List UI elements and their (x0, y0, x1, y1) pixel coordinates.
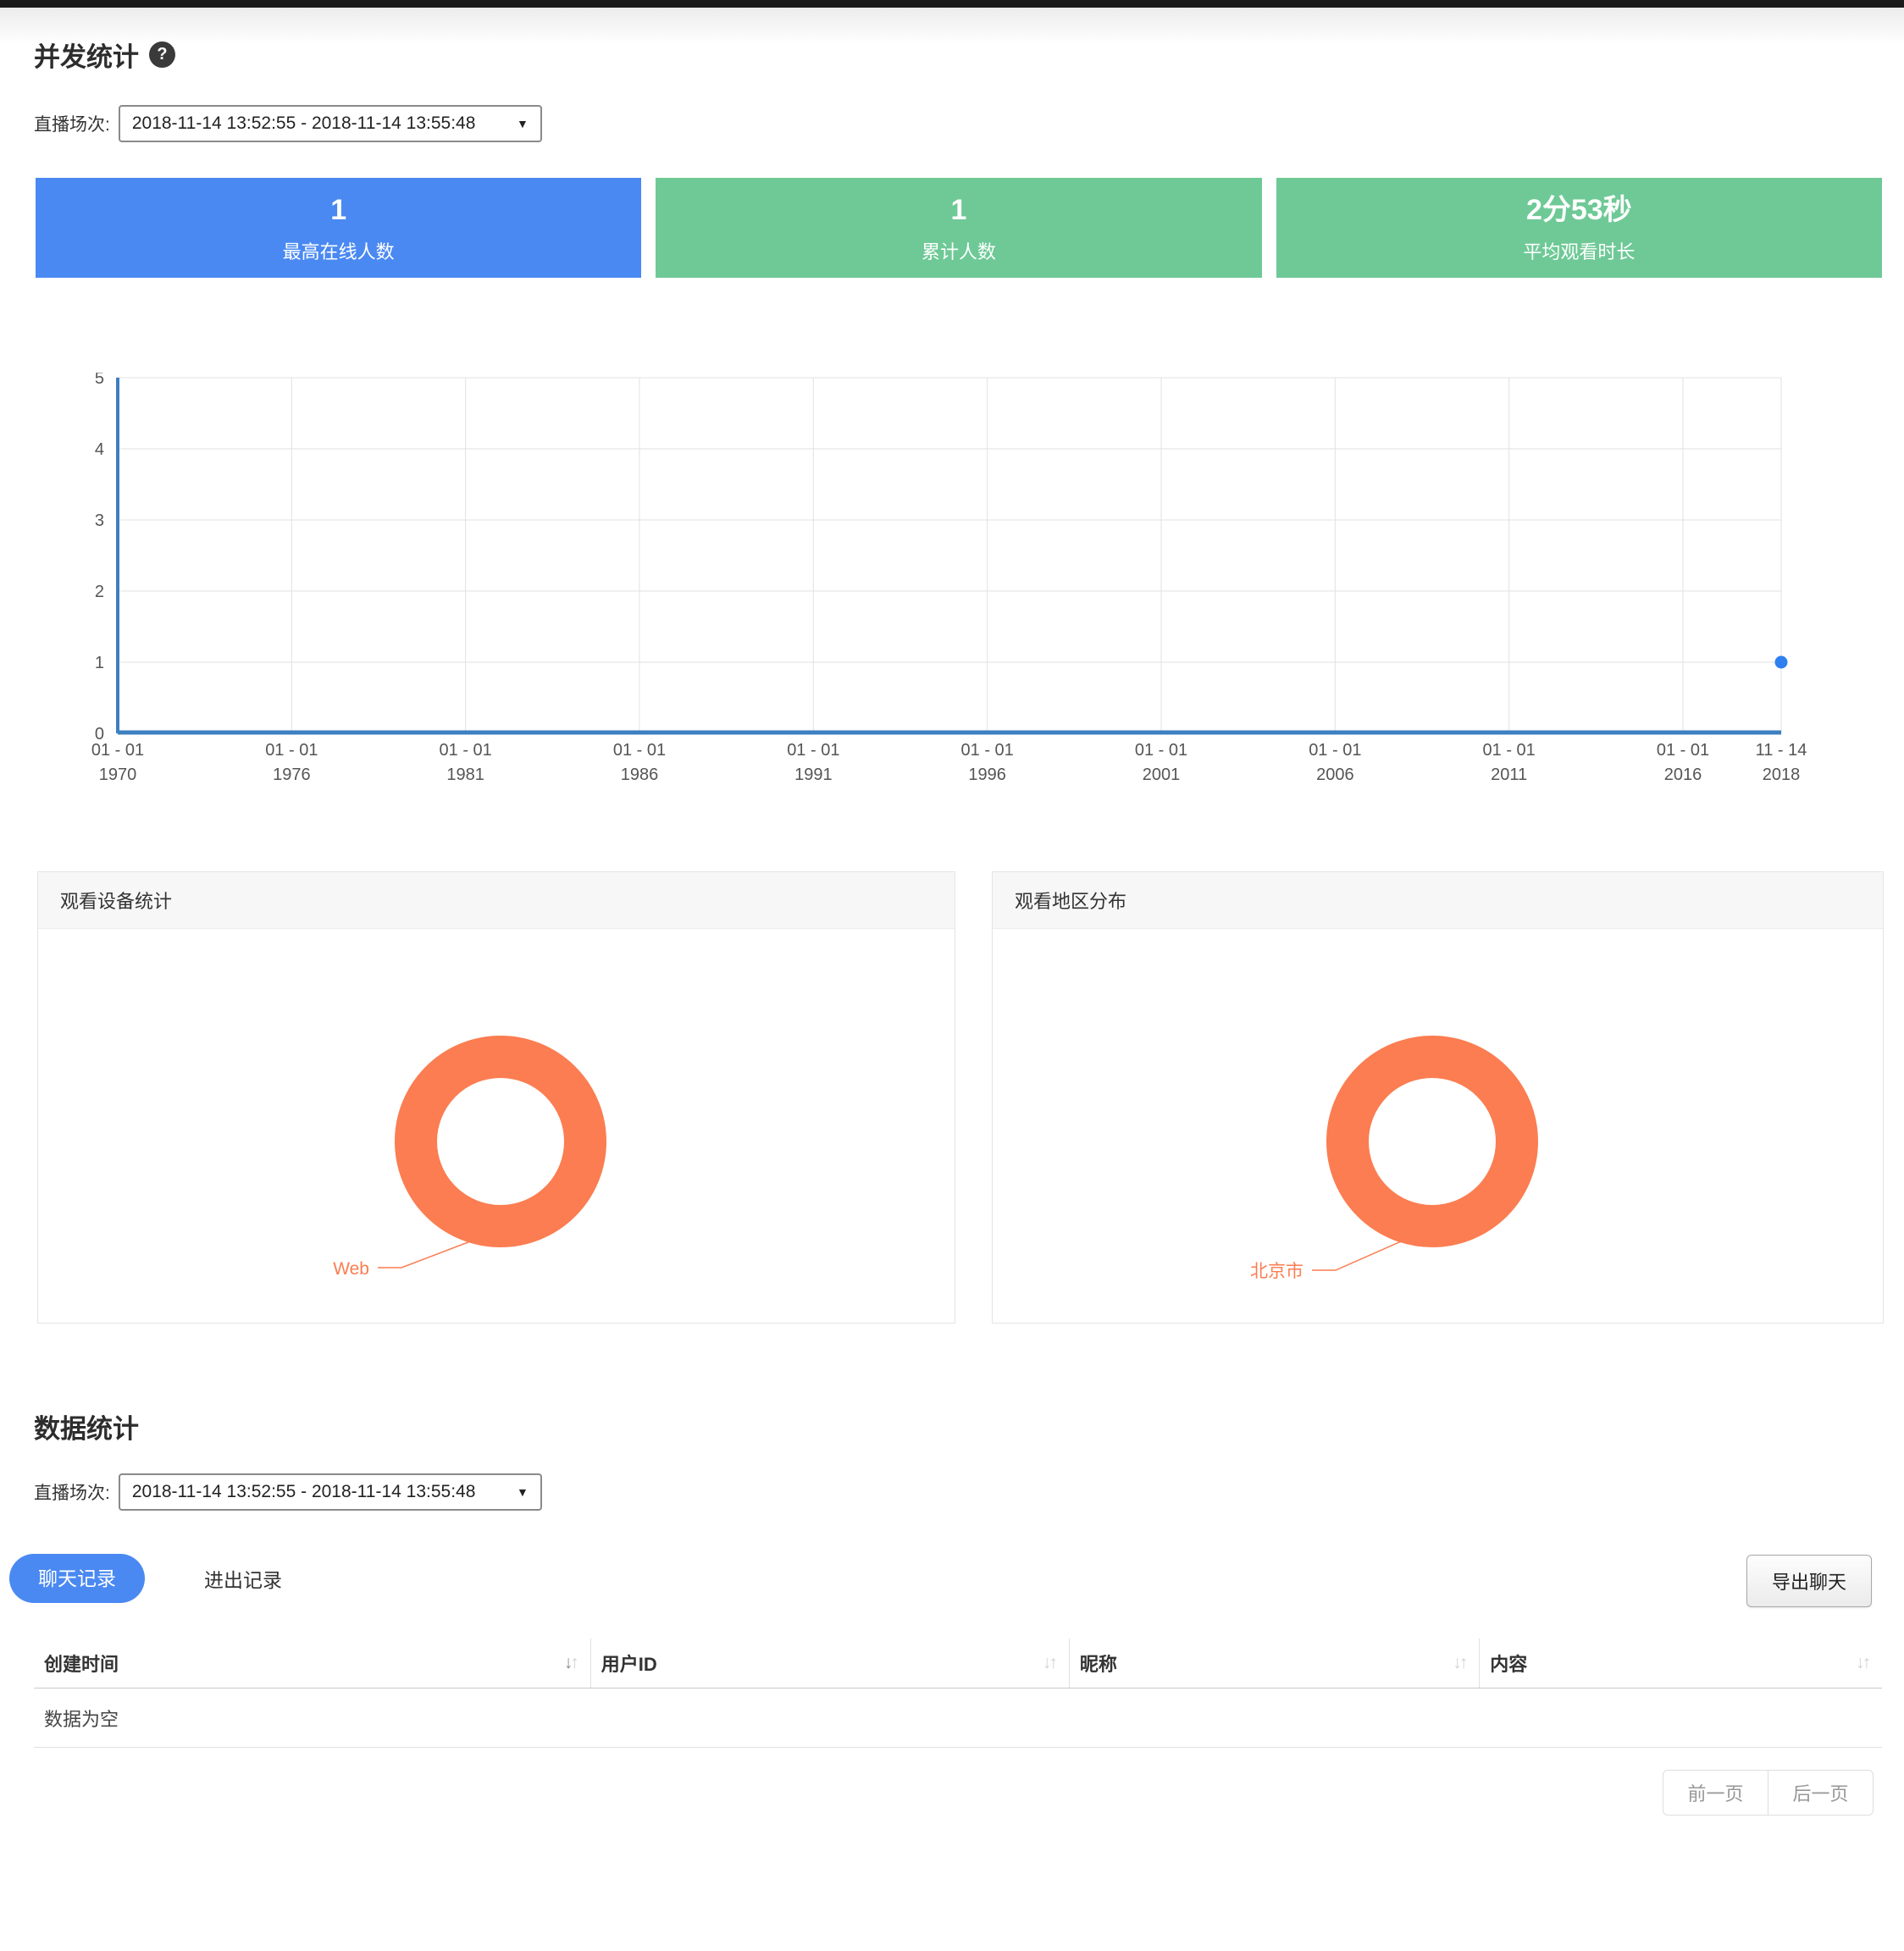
device-donut-chart: Web (38, 929, 955, 1324)
svg-text:01 - 01: 01 - 01 (961, 741, 1014, 760)
sort-arrows-icon: ↓↑ (564, 1653, 577, 1673)
region-panel-title: 观看地区分布 (993, 872, 1883, 929)
stat-value: 2分53秒 (1276, 191, 1882, 229)
svg-text:01 - 01: 01 - 01 (265, 741, 318, 760)
svg-text:1: 1 (95, 654, 104, 672)
top-fade (0, 8, 1904, 45)
column-header-3[interactable]: 昵称 ↓↑ (1069, 1639, 1479, 1688)
svg-text:01 - 01: 01 - 01 (1657, 741, 1709, 760)
next-page-button[interactable]: 后一页 (1768, 1770, 1874, 1816)
export-chat-button[interactable]: 导出聊天 (1746, 1555, 1872, 1607)
region-panel: 观看地区分布 北京市 (992, 871, 1884, 1324)
donut-slice-label: 北京市 (1250, 1262, 1303, 1281)
session-picker-row-2: 直播场次: 2018-11-14 13:52:55 - 2018-11-14 1… (34, 1473, 542, 1511)
svg-text:4: 4 (95, 440, 104, 459)
tab-chat-records[interactable]: 聊天记录 (9, 1554, 145, 1603)
column-header-label: 昵称 (1080, 1650, 1117, 1677)
sort-arrows-icon: ↓↑ (1043, 1653, 1055, 1673)
svg-text:1991: 1991 (794, 765, 833, 784)
svg-text:2018: 2018 (1763, 765, 1801, 784)
column-header-label: 用户ID (601, 1650, 657, 1677)
svg-text:2001: 2001 (1143, 765, 1181, 784)
column-header-4[interactable]: 内容 ↓↑ (1479, 1639, 1882, 1688)
svg-text:2011: 2011 (1491, 765, 1527, 784)
table-empty-row: 数据为空 (34, 1688, 1882, 1748)
stat-card-total-viewers: 1 累计人数 (656, 178, 1261, 278)
help-icon[interactable]: ? (149, 41, 175, 68)
svg-text:01 - 01: 01 - 01 (613, 741, 666, 760)
session-picker-row: 直播场次: 2018-11-14 13:52:55 - 2018-11-14 1… (34, 105, 542, 142)
svg-text:01 - 01: 01 - 01 (1483, 741, 1536, 760)
svg-text:2: 2 (95, 583, 104, 601)
stat-card-max-online: 1 最高在线人数 (36, 178, 641, 278)
page: 并发统计 ? 直播场次: 2018-11-14 13:52:55 - 2018-… (0, 0, 1904, 1951)
stat-value: 1 (36, 191, 641, 229)
prev-page-button[interactable]: 前一页 (1663, 1770, 1768, 1816)
svg-text:2016: 2016 (1664, 765, 1702, 784)
stat-label: 累计人数 (656, 237, 1261, 264)
svg-text:1986: 1986 (621, 765, 659, 784)
stat-label: 平均观看时长 (1276, 237, 1882, 264)
session-select-label: 直播场次: (34, 111, 110, 136)
tab-inout-records[interactable]: 进出记录 (204, 1564, 282, 1593)
device-panel: 观看设备统计 Web (37, 871, 955, 1324)
svg-text:1996: 1996 (968, 765, 1006, 784)
svg-text:5: 5 (95, 373, 104, 388)
concurrency-line-chart: 01234501 - 01197001 - 01197601 - 0119810… (0, 373, 1904, 821)
device-panel-title: 观看设备统计 (38, 872, 955, 929)
session-select-2[interactable]: 2018-11-14 13:52:55 - 2018-11-14 13:55:4… (119, 1473, 542, 1511)
stat-label: 最高在线人数 (36, 237, 641, 264)
data-section-title: 数据统计 (34, 1407, 139, 1445)
svg-text:01 - 01: 01 - 01 (787, 741, 839, 760)
column-header-1[interactable]: 创建时间 ↓↑ (34, 1639, 590, 1688)
svg-text:01 - 01: 01 - 01 (1135, 741, 1187, 760)
page-title: 并发统计 ? (34, 36, 175, 74)
session-select-value: 2018-11-14 13:52:55 - 2018-11-14 13:55:4… (132, 1482, 476, 1502)
pagination: 前一页 后一页 (1663, 1770, 1874, 1816)
session-select-label: 直播场次: (34, 1479, 110, 1505)
chevron-down-icon: ▼ (517, 1485, 529, 1499)
svg-text:2006: 2006 (1316, 765, 1354, 784)
svg-text:11 - 14: 11 - 14 (1756, 741, 1807, 760)
stat-value: 1 (656, 191, 1261, 229)
sort-arrows-icon: ↓↑ (1453, 1653, 1465, 1673)
record-tabs: 聊天记录 进出记录 (9, 1554, 282, 1603)
table-header-row: 创建时间 ↓↑ 用户ID ↓↑ 昵称 ↓↑ 内容 ↓↑ (34, 1639, 1882, 1688)
donut-slice-label: Web (333, 1259, 369, 1279)
column-header-label: 内容 (1490, 1650, 1527, 1677)
stat-card-avg-duration: 2分53秒 平均观看时长 (1276, 178, 1882, 278)
svg-text:01 - 01: 01 - 01 (91, 741, 144, 760)
page-title-text: 并发统计 (34, 36, 139, 74)
svg-text:01 - 01: 01 - 01 (440, 741, 492, 760)
stat-cards: 1 最高在线人数 1 累计人数 2分53秒 平均观看时长 (36, 178, 1882, 278)
session-select-value: 2018-11-14 13:52:55 - 2018-11-14 13:55:4… (132, 113, 476, 134)
column-header-2[interactable]: 用户ID ↓↑ (590, 1639, 1069, 1688)
sort-arrows-icon: ↓↑ (1856, 1653, 1868, 1673)
top-edge-bar (0, 0, 1904, 8)
svg-text:1970: 1970 (99, 765, 137, 784)
svg-text:01 - 01: 01 - 01 (1309, 741, 1361, 760)
session-select[interactable]: 2018-11-14 13:52:55 - 2018-11-14 13:55:4… (119, 105, 542, 142)
svg-text:3: 3 (95, 511, 104, 530)
region-donut-chart: 北京市 (993, 929, 1883, 1324)
svg-text:1981: 1981 (446, 765, 484, 784)
column-header-label: 创建时间 (44, 1650, 119, 1677)
chat-records-table: 创建时间 ↓↑ 用户ID ↓↑ 昵称 ↓↑ 内容 ↓↑ 数据为空 (34, 1639, 1882, 1748)
chevron-down-icon: ▼ (517, 117, 529, 130)
svg-text:1976: 1976 (273, 765, 311, 784)
